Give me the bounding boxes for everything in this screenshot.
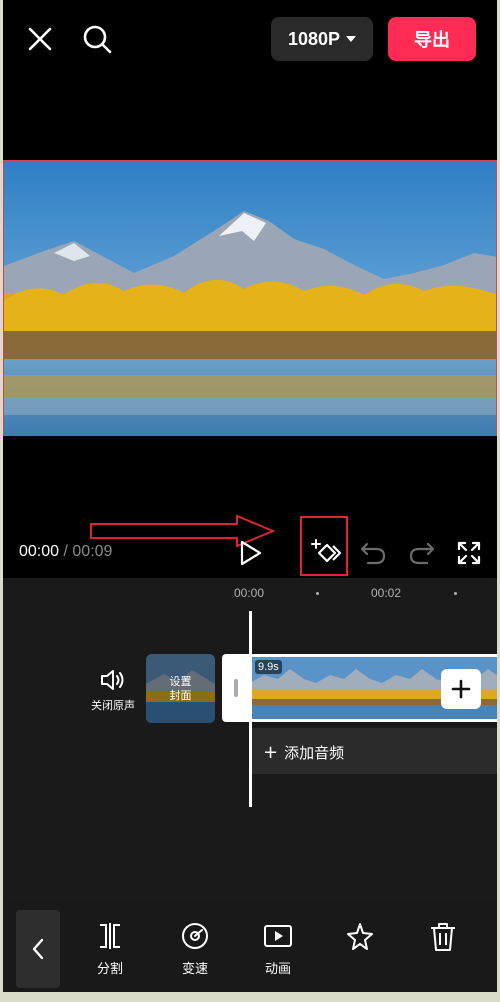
redo-icon[interactable] [408,539,436,567]
editor-screen: 1080P 导出 00:00 / 00:09 00:00 00:02 关闭原声 … [3,0,497,992]
ruler-time-0: 00:00 [234,586,265,600]
split-label: 分割 [96,962,123,977]
plus-icon [451,679,471,699]
set-cover-button[interactable]: 设置 封面 [146,654,215,723]
search-icon[interactable] [80,22,114,56]
playback-time: 00:00 / 00:09 [19,543,112,561]
ruler-time-2: 00:02 [371,586,402,600]
resolution-selector[interactable]: 1080P [271,17,373,61]
effects-button[interactable] [330,922,390,960]
animation-label: 动画 [264,962,291,977]
time-separator: / [63,543,68,560]
cover-label-line2: 封面 [169,688,192,702]
speed-label: 变速 [181,962,208,977]
bottom-strip [0,992,500,1002]
chevron-left-icon [32,938,44,960]
video-preview[interactable] [3,160,497,436]
chevron-down-icon [346,36,357,42]
split-button[interactable]: 分割 [80,922,140,977]
animation-icon [264,925,292,947]
speed-button[interactable]: 变速 [165,922,225,977]
export-button[interactable]: 导出 [388,17,476,61]
clip-trim-handle[interactable] [222,654,250,722]
resolution-value: 1080P [287,28,341,49]
ruler-tick [316,592,319,595]
close-icon[interactable] [25,24,55,54]
effects-icon [347,923,373,950]
delete-button[interactable] [413,922,473,960]
back-button[interactable] [16,910,60,988]
animation-button[interactable]: 动画 [248,922,308,977]
mute-original-label[interactable]: 关闭原声 [91,697,135,713]
current-time: 00:00 [19,543,60,560]
delete-icon [431,923,455,951]
highlight-box [300,516,348,576]
top-bar: 1080P 导出 [3,0,497,80]
undo-icon[interactable] [359,539,387,567]
add-audio-button[interactable]: + 添加音频 [263,742,344,763]
total-duration: 00:09 [72,543,113,560]
clip-duration-badge: 9.9s [255,660,282,674]
playhead[interactable] [249,611,252,807]
speaker-icon[interactable] [99,667,127,693]
fullscreen-icon[interactable] [455,539,483,567]
add-audio-label: 添加音频 [284,744,345,762]
plus-icon: + [263,742,279,763]
split-icon [100,923,120,949]
play-icon[interactable] [236,539,264,567]
ruler-tick [454,592,457,595]
add-clip-button[interactable] [441,669,481,709]
speed-icon [182,923,208,949]
cover-label-line1: 设置 [169,674,192,688]
